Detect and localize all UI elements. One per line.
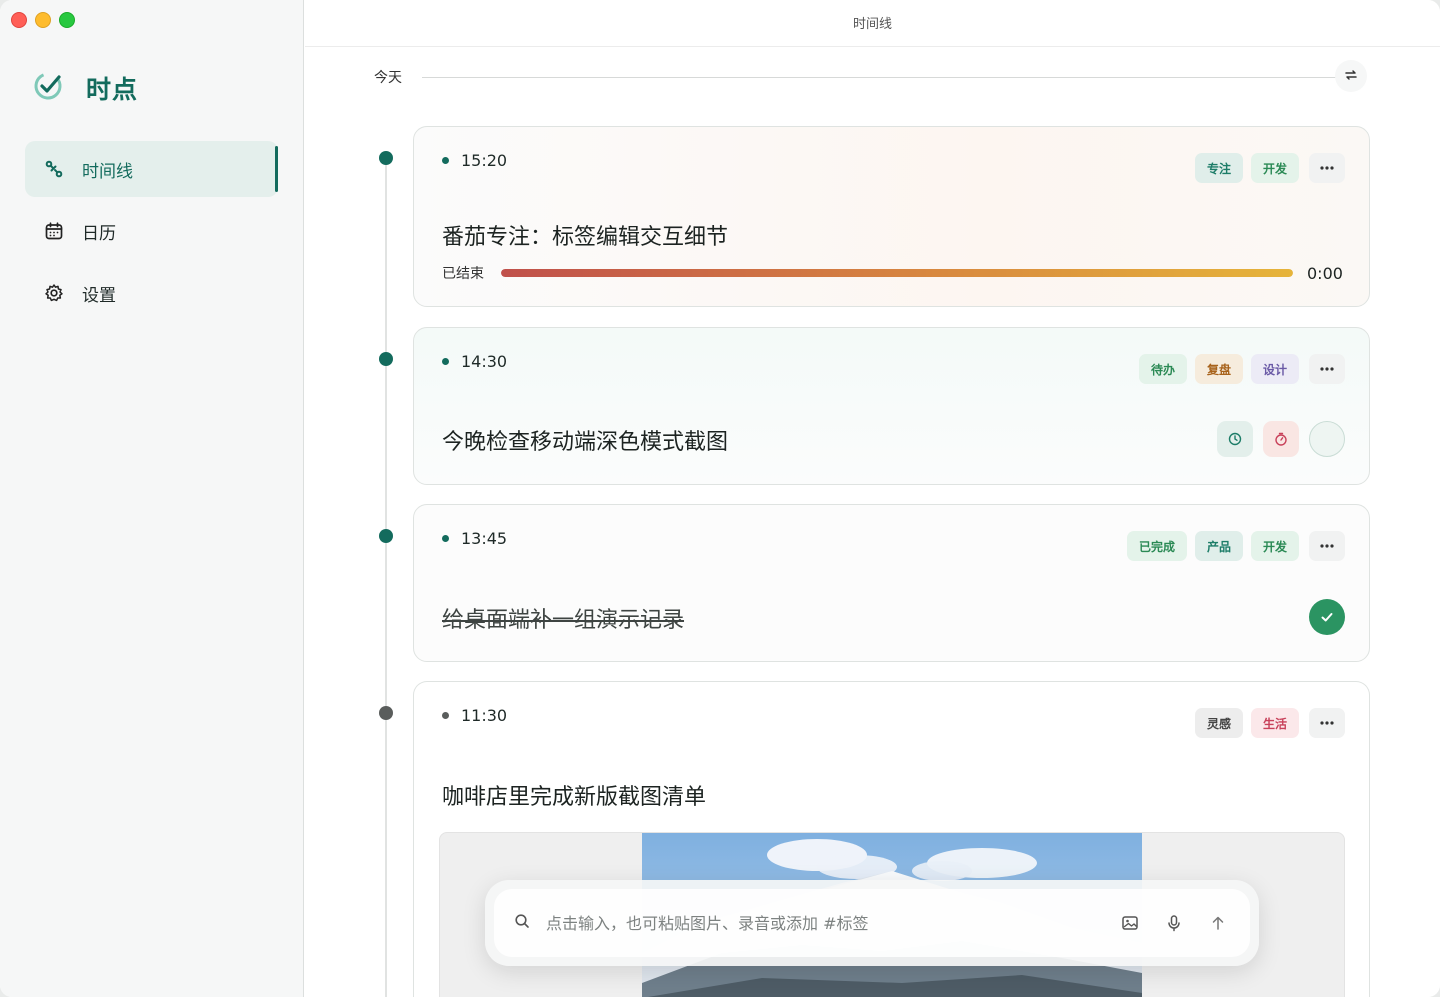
timeline-card-focus[interactable]: 15:20 专注 开发 番茄专注：标签编辑交互细节 已结束 0:00 [413, 126, 1370, 307]
app-window: 时点 时间线 日历 设置 时间线 今天 15:20 专注 开发 番茄专注：标签编… [0, 0, 1440, 997]
timeline-icon [44, 159, 64, 179]
completed-toggle[interactable] [1309, 599, 1345, 635]
day-label: 今天 [374, 70, 402, 86]
attach-image-button[interactable] [1118, 911, 1142, 935]
tag-chip[interactable]: 生活 [1250, 708, 1299, 738]
tag-chip[interactable]: 产品 [1194, 531, 1243, 561]
send-button[interactable] [1206, 911, 1230, 935]
more-button[interactable] [1309, 153, 1345, 183]
more-button[interactable] [1309, 531, 1345, 561]
clock-icon [1228, 432, 1242, 446]
refresh-icon [1344, 67, 1358, 86]
image-icon [1122, 916, 1138, 930]
card-time: 14:30 [442, 352, 507, 371]
more-icon [1320, 721, 1334, 725]
more-button[interactable] [1309, 708, 1345, 738]
tag-chip[interactable]: 已完成 [1126, 531, 1187, 561]
timeline-dot [379, 352, 393, 366]
record-audio-button[interactable] [1162, 911, 1186, 935]
tag-chip[interactable]: 开发 [1250, 531, 1299, 561]
start-focus-button[interactable] [1263, 421, 1299, 457]
calendar-icon [44, 221, 64, 241]
time-label: 13:45 [461, 529, 508, 548]
tag-chip[interactable]: 灵感 [1194, 708, 1243, 738]
microphone-icon [1168, 915, 1180, 932]
card-time: 13:45 [442, 529, 507, 548]
timeline-card-todo[interactable]: 14:30 待办 复盘 设计 今晚检查移动端深色模式截图 [413, 327, 1370, 485]
minimize-window-button[interactable] [35, 12, 51, 28]
close-window-button[interactable] [11, 12, 27, 28]
tag-chip[interactable]: 待办 [1138, 354, 1187, 384]
sidebar-nav: 时间线 日历 设置 [25, 141, 278, 327]
card-title: 番茄专注：标签编辑交互细节 [442, 225, 729, 250]
tag-list: 已完成 产品 开发 [1126, 531, 1345, 561]
time-label: 14:30 [461, 352, 508, 371]
time-label: 11:30 [461, 706, 508, 725]
progress-track [501, 269, 1293, 277]
time-bullet [442, 535, 449, 542]
arrow-up-icon [1212, 916, 1224, 930]
sidebar-item-settings[interactable]: 设置 [25, 265, 278, 321]
card-time: 11:30 [442, 706, 507, 725]
tag-list: 待办 复盘 设计 [1138, 354, 1345, 384]
timeline-dot [379, 529, 393, 543]
app-brand: 时点 [32, 70, 138, 106]
timeline-dot [379, 706, 393, 720]
quick-input-bar [485, 880, 1259, 966]
reminder-button[interactable] [1217, 421, 1253, 457]
tag-chip[interactable]: 开发 [1250, 153, 1299, 183]
quick-input[interactable] [546, 913, 1098, 933]
tag-list: 灵感 生活 [1194, 708, 1345, 738]
sidebar: 时点 时间线 日历 设置 [0, 0, 304, 997]
day-divider [422, 76, 1350, 78]
tag-chip[interactable]: 专注 [1194, 153, 1243, 183]
tag-chip[interactable]: 设计 [1250, 354, 1299, 384]
card-title: 给桌面端补一组演示记录 [442, 608, 685, 633]
timeline-dot [379, 151, 393, 165]
card-time: 15:20 [442, 151, 507, 170]
sidebar-item-calendar[interactable]: 日历 [25, 203, 278, 259]
more-icon [1320, 367, 1334, 371]
refresh-button[interactable] [1335, 60, 1367, 92]
timeline-card-done[interactable]: 13:45 已完成 产品 开发 给桌面端补一组演示记录 [413, 504, 1370, 662]
status-label: 已结束 [442, 266, 484, 282]
timeline-line [385, 158, 387, 997]
gear-icon [44, 283, 64, 303]
sidebar-item-timeline[interactable]: 时间线 [25, 141, 278, 197]
search-icon [514, 913, 530, 933]
window-title: 时间线 [305, 0, 1440, 47]
card-title: 今晚检查移动端深色模式截图 [442, 430, 729, 455]
time-label: 15:20 [461, 151, 508, 170]
focus-progress: 已结束 0:00 [442, 263, 1344, 283]
complete-toggle[interactable] [1309, 421, 1345, 457]
app-logo-icon [32, 70, 64, 106]
sidebar-item-label: 设置 [82, 285, 116, 306]
tag-list: 专注 开发 [1194, 153, 1345, 183]
timer-icon [1275, 432, 1287, 446]
window-controls [11, 12, 75, 28]
zoom-window-button[interactable] [59, 12, 75, 28]
sidebar-item-label: 时间线 [82, 161, 133, 182]
main-content: 时间线 今天 15:20 专注 开发 番茄专注：标签编辑交互细节 已结束 0:0… [305, 0, 1440, 997]
time-bullet [442, 157, 449, 164]
progress-fill [501, 269, 1293, 277]
more-icon [1320, 166, 1334, 170]
day-header: 今天 [374, 66, 1372, 88]
remaining-time: 0:00 [1307, 263, 1343, 283]
check-icon [1321, 613, 1333, 622]
app-name: 时点 [86, 75, 139, 104]
tag-chip[interactable]: 复盘 [1194, 354, 1243, 384]
time-bullet [442, 712, 449, 719]
more-icon [1320, 544, 1334, 548]
composer-field [494, 889, 1250, 957]
more-button[interactable] [1309, 354, 1345, 384]
sidebar-item-label: 日历 [82, 223, 116, 244]
card-title: 咖啡店里完成新版截图清单 [442, 785, 707, 810]
time-bullet [442, 358, 449, 365]
card-actions [1217, 421, 1345, 457]
